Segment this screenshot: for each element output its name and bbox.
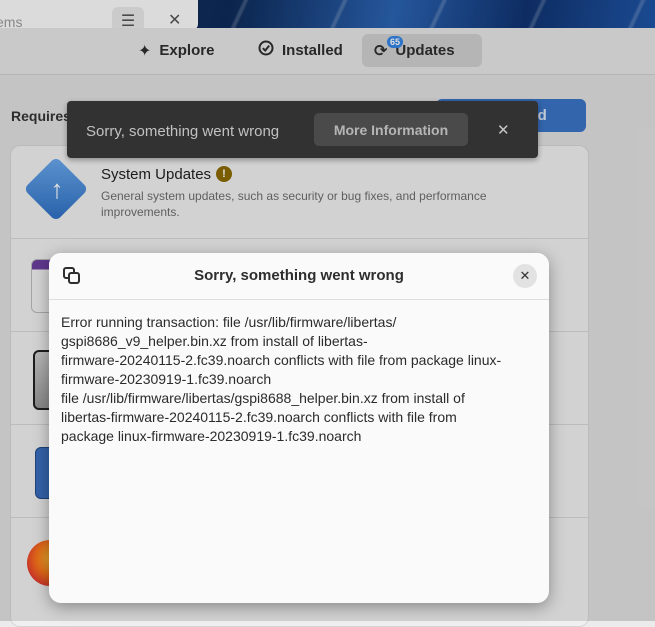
error-dialog: Sorry, something went wrong ✕ Error runn… (49, 253, 549, 603)
dialog-header: Sorry, something went wrong ✕ (49, 253, 549, 300)
dialog-title: Sorry, something went wrong (194, 267, 404, 284)
close-icon[interactable]: ✕ (513, 264, 537, 288)
dialog-error-text: Error running transaction: file /usr/lib… (61, 314, 502, 444)
